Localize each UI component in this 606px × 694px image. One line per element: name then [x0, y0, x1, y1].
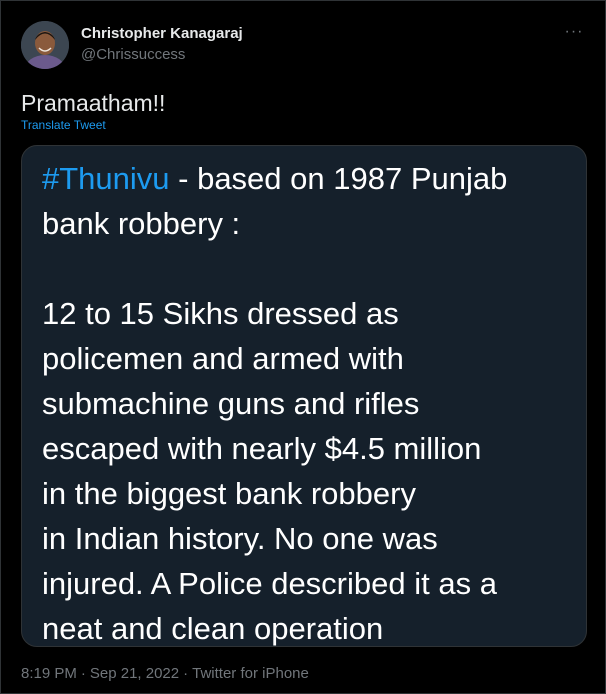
- media-line-1-rest: - based on 1987 Punjab: [169, 161, 508, 196]
- media-spacer: [42, 246, 582, 291]
- tweet-container: Christopher Kanagaraj @Chrissuccess ··· …: [0, 0, 606, 694]
- tweet-media-image[interactable]: #Thunivu - based on 1987 Punjab bank rob…: [21, 145, 587, 647]
- meta-separator: ·: [80, 665, 86, 682]
- media-line: neat and clean operation: [42, 611, 384, 646]
- media-line: policemen and armed with: [42, 341, 404, 376]
- media-line: 12 to 15 Sikhs dressed as: [42, 296, 399, 331]
- ellipsis-icon: ···: [564, 23, 584, 40]
- media-line-2: bank robbery :: [42, 206, 241, 241]
- media-line: escaped with nearly $4.5 million: [42, 431, 482, 466]
- tweet-metadata: 8:19 PM · Sep 21, 2022 · Twitter for iPhone: [21, 665, 309, 682]
- meta-separator: ·: [183, 665, 189, 682]
- media-hashtag: #Thunivu: [42, 161, 170, 196]
- tweet-time[interactable]: 8:19 PM: [21, 665, 77, 682]
- avatar[interactable]: [21, 21, 69, 69]
- media-text-block: #Thunivu - based on 1987 Punjab bank rob…: [42, 156, 582, 646]
- tweet-date[interactable]: Sep 21, 2022: [90, 665, 179, 682]
- tweet-source[interactable]: Twitter for iPhone: [192, 665, 309, 682]
- author-handle[interactable]: @Chrissuccess: [81, 46, 185, 63]
- media-line: injured. A Police described it as a: [42, 566, 497, 601]
- translate-tweet-link[interactable]: Translate Tweet: [21, 118, 106, 132]
- avatar-image: [21, 21, 69, 69]
- tweet-text: Pramaatham!!: [21, 90, 166, 116]
- media-line: in Indian history. No one was: [42, 521, 438, 556]
- more-options-button[interactable]: ···: [563, 21, 585, 43]
- media-line: in the biggest bank robbery: [42, 476, 416, 511]
- media-line-1: #Thunivu - based on 1987 Punjab: [42, 156, 582, 201]
- author-name[interactable]: Christopher Kanagaraj: [81, 25, 243, 42]
- media-line: submachine guns and rifles: [42, 386, 420, 421]
